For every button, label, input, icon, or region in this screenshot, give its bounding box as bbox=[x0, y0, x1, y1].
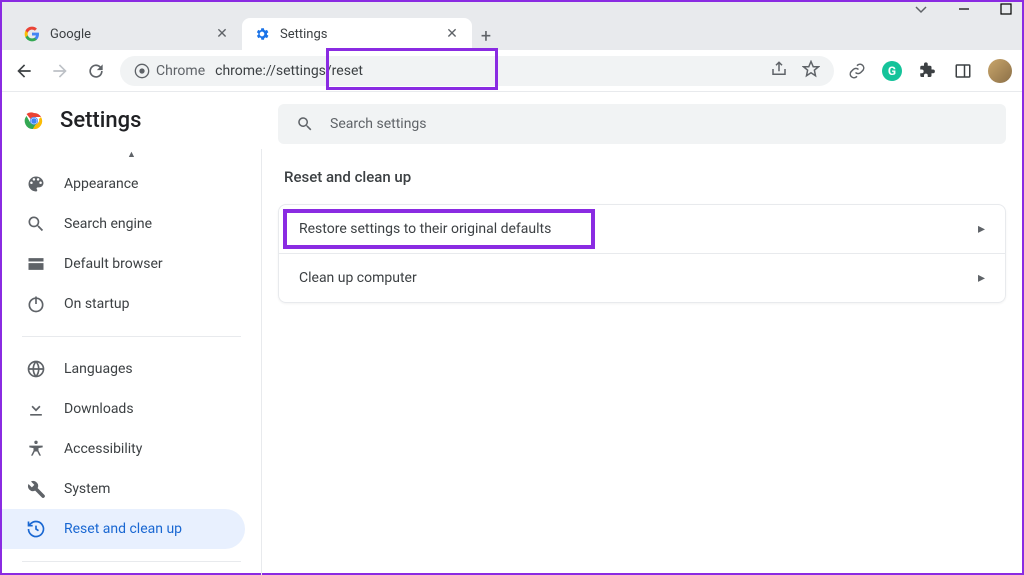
sidebar-item-label: Search engine bbox=[64, 216, 152, 232]
extension-icons: G bbox=[846, 59, 1012, 83]
palette-icon bbox=[26, 174, 46, 194]
sidebar: Settings ▲ Appearance Search engine Defa… bbox=[2, 92, 262, 575]
nav-divider bbox=[22, 336, 241, 337]
chevron-right-icon: ▸ bbox=[978, 221, 985, 237]
accessibility-icon bbox=[26, 439, 46, 459]
scroll-up-icon: ▲ bbox=[2, 149, 261, 160]
sidebar-item-label: Default browser bbox=[64, 256, 163, 272]
tab-strip: Google ✕ Settings ✕ + bbox=[2, 16, 1022, 50]
window-maximize-icon[interactable] bbox=[1000, 3, 1012, 15]
power-icon bbox=[26, 294, 46, 314]
address-bar[interactable]: Chrome chrome://settings/reset bbox=[120, 56, 834, 86]
window-chevron-icon[interactable] bbox=[914, 4, 928, 14]
tab-google[interactable]: Google ✕ bbox=[12, 18, 242, 50]
url-text: chrome://settings/reset bbox=[215, 63, 363, 79]
profile-avatar[interactable] bbox=[988, 59, 1012, 83]
sidebar-item-default-browser[interactable]: Default browser bbox=[2, 244, 245, 284]
reset-card: Restore settings to their original defau… bbox=[278, 204, 1006, 303]
tab-settings[interactable]: Settings ✕ bbox=[242, 18, 472, 50]
row-label: Clean up computer bbox=[299, 270, 417, 286]
globe-icon bbox=[26, 359, 46, 379]
forward-button[interactable] bbox=[48, 59, 72, 83]
close-icon[interactable]: ✕ bbox=[214, 26, 230, 42]
close-icon[interactable]: ✕ bbox=[444, 26, 460, 42]
settings-favicon-icon bbox=[254, 26, 270, 42]
chrome-logo-icon bbox=[22, 109, 46, 133]
nav-divider bbox=[22, 561, 241, 562]
download-icon bbox=[26, 399, 46, 419]
bookmark-icon[interactable] bbox=[802, 60, 820, 82]
search-placeholder: Search settings bbox=[330, 116, 427, 132]
google-favicon-icon bbox=[24, 26, 40, 42]
settings-header: Settings bbox=[2, 92, 262, 149]
new-tab-button[interactable]: + bbox=[472, 22, 500, 50]
site-label: Chrome bbox=[156, 63, 205, 79]
chevron-right-icon: ▸ bbox=[978, 270, 985, 286]
sidebar-item-reset[interactable]: Reset and clean up bbox=[2, 509, 245, 549]
restore-defaults-row[interactable]: Restore settings to their original defau… bbox=[279, 205, 1005, 253]
tab-title: Settings bbox=[280, 27, 434, 42]
grammarly-extension-icon[interactable]: G bbox=[882, 61, 902, 81]
search-icon bbox=[26, 214, 46, 234]
sidepanel-icon[interactable] bbox=[952, 60, 974, 82]
row-label: Restore settings to their original defau… bbox=[299, 221, 551, 237]
search-settings-input[interactable]: Search settings bbox=[278, 104, 1006, 144]
tab-title: Google bbox=[50, 27, 204, 42]
sidebar-item-label: System bbox=[64, 481, 110, 497]
page-title: Settings bbox=[60, 108, 141, 133]
browser-toolbar: Chrome chrome://settings/reset G bbox=[2, 50, 1022, 92]
wrench-icon bbox=[26, 479, 46, 499]
window-minimize-icon[interactable] bbox=[958, 3, 970, 15]
sidebar-item-label: Languages bbox=[64, 361, 133, 377]
sidebar-item-downloads[interactable]: Downloads bbox=[2, 389, 245, 429]
window-titlebar bbox=[2, 2, 1022, 16]
sidebar-item-system[interactable]: System bbox=[2, 469, 245, 509]
sidebar-item-accessibility[interactable]: Accessibility bbox=[2, 429, 245, 469]
search-icon bbox=[296, 115, 314, 133]
link-extension-icon[interactable] bbox=[846, 60, 868, 82]
settings-page: Settings ▲ Appearance Search engine Defa… bbox=[2, 92, 1022, 575]
back-button[interactable] bbox=[12, 59, 36, 83]
sidebar-item-search-engine[interactable]: Search engine bbox=[2, 204, 245, 244]
sidebar-item-appearance[interactable]: Appearance bbox=[2, 164, 245, 204]
sidebar-item-languages[interactable]: Languages bbox=[2, 349, 245, 389]
share-icon[interactable] bbox=[770, 60, 788, 82]
main-content: Search settings Reset and clean up Resto… bbox=[262, 92, 1022, 575]
section-title: Reset and clean up bbox=[284, 168, 1006, 186]
sidebar-nav[interactable]: ▲ Appearance Search engine Default brows… bbox=[2, 149, 262, 575]
browser-icon bbox=[26, 254, 46, 274]
restore-icon bbox=[26, 519, 46, 539]
sidebar-item-on-startup[interactable]: On startup bbox=[2, 284, 245, 324]
site-info-icon[interactable]: Chrome bbox=[134, 63, 205, 79]
reload-button[interactable] bbox=[84, 59, 108, 83]
sidebar-item-label: Appearance bbox=[64, 176, 138, 192]
sidebar-item-label: On startup bbox=[64, 296, 130, 312]
cleanup-computer-row[interactable]: Clean up computer ▸ bbox=[279, 253, 1005, 302]
sidebar-item-label: Downloads bbox=[64, 401, 134, 417]
sidebar-item-label: Accessibility bbox=[64, 441, 142, 457]
extensions-icon[interactable] bbox=[916, 60, 938, 82]
sidebar-item-label: Reset and clean up bbox=[64, 521, 182, 537]
